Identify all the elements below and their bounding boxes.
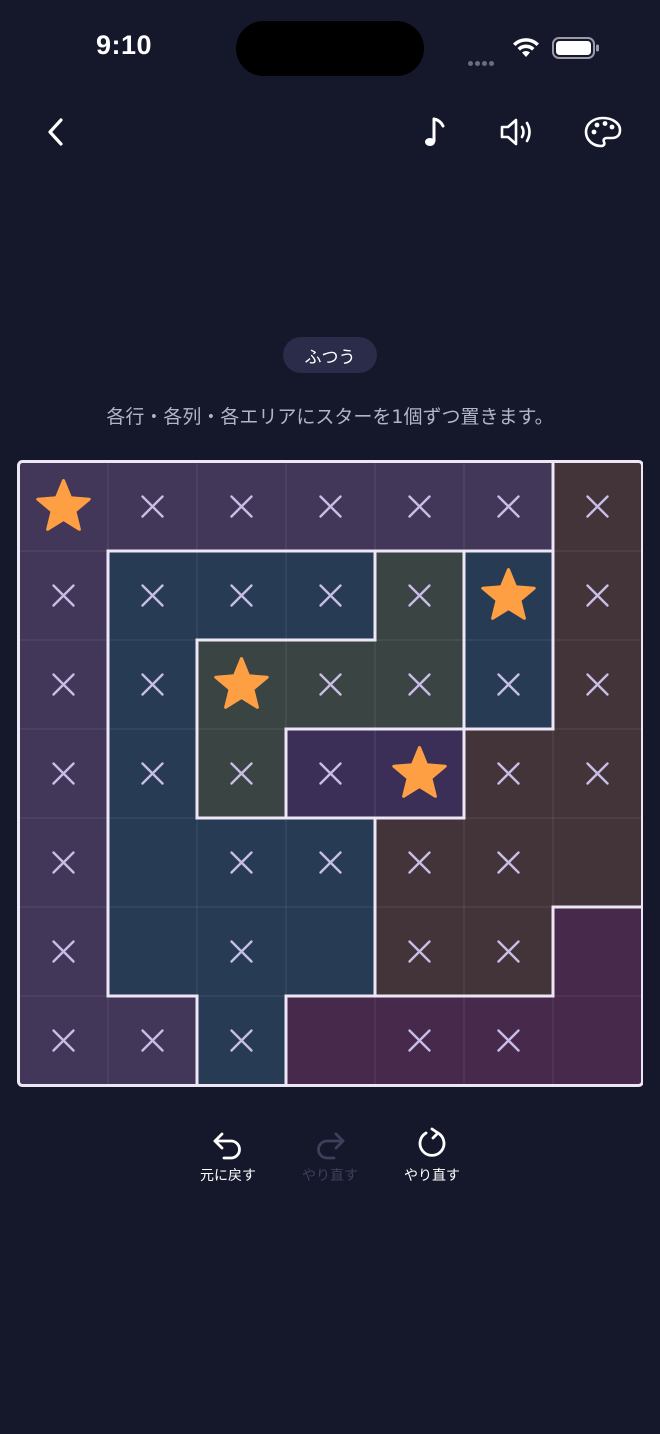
redo-button[interactable]: やり直す bbox=[282, 1125, 378, 1195]
status-bar: 9:10 bbox=[0, 0, 660, 96]
board-cell[interactable] bbox=[464, 462, 553, 551]
theme-button[interactable] bbox=[573, 100, 633, 164]
board-cell[interactable] bbox=[464, 907, 553, 996]
board-cell[interactable] bbox=[286, 551, 375, 640]
board-cell[interactable] bbox=[286, 818, 375, 907]
board-cell[interactable] bbox=[375, 551, 464, 640]
board-cell[interactable] bbox=[464, 551, 553, 640]
wifi-icon bbox=[513, 38, 539, 57]
board-cell[interactable] bbox=[553, 729, 642, 818]
sound-button[interactable] bbox=[488, 100, 548, 164]
dynamic-island bbox=[236, 21, 424, 76]
chevron-left-icon bbox=[48, 118, 63, 146]
board-cell[interactable] bbox=[197, 996, 286, 1085]
redo-icon bbox=[317, 1132, 345, 1160]
music-button[interactable] bbox=[404, 100, 464, 164]
board-cell[interactable] bbox=[108, 551, 197, 640]
board-grid bbox=[17, 460, 643, 1087]
board-cell[interactable] bbox=[553, 907, 642, 996]
board-cell[interactable] bbox=[108, 640, 197, 729]
undo-label: 元に戻す bbox=[200, 1168, 256, 1184]
undo-button[interactable]: 元に戻す bbox=[180, 1125, 276, 1195]
reset-icon bbox=[418, 1127, 446, 1157]
board-cell[interactable] bbox=[108, 462, 197, 551]
board-cell[interactable] bbox=[375, 729, 464, 818]
board-cell[interactable] bbox=[197, 729, 286, 818]
redo-label: やり直す bbox=[302, 1168, 358, 1184]
board-cell[interactable] bbox=[197, 462, 286, 551]
board-cell[interactable] bbox=[553, 551, 642, 640]
board-cell[interactable] bbox=[286, 729, 375, 818]
board-cell[interactable] bbox=[19, 729, 108, 818]
board-cell[interactable] bbox=[19, 907, 108, 996]
board-cell[interactable] bbox=[464, 818, 553, 907]
control-bar: 元に戻す やり直す やり直す bbox=[0, 1125, 660, 1195]
reset-button[interactable]: やり直す bbox=[384, 1125, 480, 1195]
speaker-icon bbox=[500, 118, 531, 146]
undo-icon bbox=[213, 1132, 241, 1160]
board-cell[interactable] bbox=[108, 729, 197, 818]
board-cell[interactable] bbox=[19, 640, 108, 729]
board-cell[interactable] bbox=[553, 996, 642, 1085]
board-cell[interactable] bbox=[197, 551, 286, 640]
board-cell[interactable] bbox=[375, 996, 464, 1085]
board-cell[interactable] bbox=[464, 729, 553, 818]
board-cell[interactable] bbox=[375, 818, 464, 907]
board-cell[interactable] bbox=[19, 818, 108, 907]
board-cell[interactable] bbox=[464, 996, 553, 1085]
battery-icon bbox=[552, 37, 599, 59]
top-bar bbox=[0, 100, 660, 164]
board-cell[interactable] bbox=[197, 818, 286, 907]
board-cell[interactable] bbox=[197, 640, 286, 729]
board-cell[interactable] bbox=[108, 907, 197, 996]
board-cell[interactable] bbox=[19, 551, 108, 640]
instruction-text: 各行・各列・各エリアにスターを1個ずつ置きます。 bbox=[106, 406, 554, 428]
board-cell[interactable] bbox=[286, 462, 375, 551]
board-cell[interactable] bbox=[464, 640, 553, 729]
board-cell[interactable] bbox=[19, 462, 108, 551]
board-cell[interactable] bbox=[108, 818, 197, 907]
board-cell[interactable] bbox=[108, 996, 197, 1085]
palette-icon bbox=[584, 116, 622, 148]
back-button[interactable] bbox=[26, 100, 86, 164]
board-cell[interactable] bbox=[19, 996, 108, 1085]
status-time: 9:10 bbox=[96, 30, 153, 60]
board-cell[interactable] bbox=[553, 640, 642, 729]
board-cell[interactable] bbox=[375, 462, 464, 551]
board-cell[interactable] bbox=[553, 818, 642, 907]
difficulty-badge: ふつう bbox=[283, 337, 377, 373]
board-cell[interactable] bbox=[375, 907, 464, 996]
music-note-icon bbox=[425, 117, 445, 146]
board-cell[interactable] bbox=[553, 462, 642, 551]
board-cell[interactable] bbox=[375, 640, 464, 729]
board-cell[interactable] bbox=[197, 907, 286, 996]
puzzle-board bbox=[17, 460, 643, 1087]
board-cell[interactable] bbox=[286, 907, 375, 996]
board-cell[interactable] bbox=[286, 996, 375, 1085]
cellular-signal-icon bbox=[468, 51, 496, 70]
reset-label: やり直す bbox=[404, 1168, 460, 1184]
board-cell[interactable] bbox=[286, 640, 375, 729]
